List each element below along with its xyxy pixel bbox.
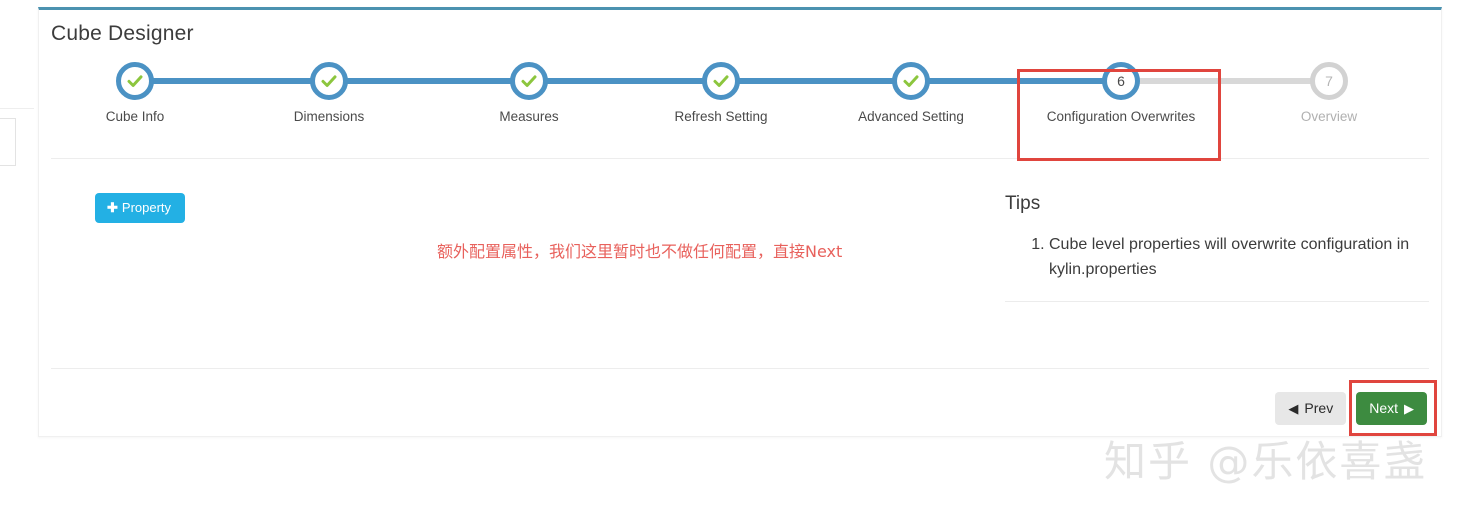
plus-icon: ✚	[107, 200, 118, 215]
check-icon	[521, 75, 537, 87]
step-connector-5-6	[911, 78, 1123, 84]
step-connector-2-3	[329, 78, 529, 84]
step-connector-1-2	[135, 78, 329, 84]
prev-button[interactable]: ◀ Prev	[1275, 392, 1347, 425]
tips-list: Cube level properties will overwrite con…	[1005, 233, 1429, 283]
wizard-stepper: Cube Info Dimensions Measures Refresh Se…	[39, 62, 1441, 161]
page-left-chrome	[0, 0, 38, 511]
tips-item: Cube level properties will overwrite con…	[1049, 233, 1429, 283]
step-advanced-setting[interactable]: Advanced Setting	[821, 62, 1001, 124]
cube-designer-panel: Cube Designer Cube Info Dimensions Measu…	[38, 7, 1442, 437]
step-label: Dimensions	[293, 109, 365, 124]
arrow-left-icon: ◀	[1288, 400, 1299, 416]
step-label: Overview	[1300, 109, 1358, 124]
next-button[interactable]: Next ▶	[1356, 392, 1427, 425]
step-dimensions[interactable]: Dimensions	[239, 62, 419, 124]
step-circle	[310, 62, 348, 100]
step-refresh-setting[interactable]: Refresh Setting	[631, 62, 811, 124]
step-circle: 6	[1102, 62, 1140, 100]
footer-divider	[51, 368, 1429, 369]
step-label: Configuration Overwrites	[1046, 109, 1196, 124]
check-icon	[321, 75, 337, 87]
step-number: 6	[1117, 73, 1125, 89]
prev-button-label: Prev	[1304, 400, 1334, 416]
step-connector-4-5	[721, 78, 913, 84]
chrome-box-fragment	[0, 118, 16, 166]
arrow-right-icon: ▶	[1404, 400, 1414, 416]
next-button-label: Next	[1369, 400, 1398, 416]
wizard-footer: ◀ Prev Next ▶	[1275, 392, 1427, 425]
tips-title: Tips	[1005, 193, 1041, 214]
add-property-button[interactable]: ✚ Property	[95, 193, 186, 223]
step-number: 7	[1325, 73, 1333, 89]
step-label: Advanced Setting	[858, 109, 964, 124]
step-connector-3-4	[529, 78, 723, 84]
chrome-divider-fragment	[0, 108, 34, 109]
step-overview[interactable]: 7 Overview	[1239, 62, 1419, 124]
step-measures[interactable]: Measures	[439, 62, 619, 124]
tips-panel: Tips Cube level properties will overwrit…	[1005, 193, 1429, 302]
step-circle: 7	[1310, 62, 1348, 100]
check-icon	[903, 75, 919, 87]
annotation-note: 额外配置属性，我们这里暂时也不做任何配置，直接Next	[437, 242, 843, 261]
step-configuration-overwrites[interactable]: 6 Configuration Overwrites	[1031, 62, 1211, 124]
page-title: Cube Designer	[51, 22, 194, 45]
watermark: 知乎 @乐依喜盏	[1104, 437, 1428, 486]
step-label: Measures	[499, 109, 559, 124]
check-icon	[713, 75, 729, 87]
check-icon	[127, 75, 143, 87]
step-circle	[892, 62, 930, 100]
add-property-label: Property	[121, 200, 172, 215]
step-circle	[702, 62, 740, 100]
step-circle	[510, 62, 548, 100]
step-circle	[116, 62, 154, 100]
step-connector-6-7	[1139, 78, 1329, 84]
step-cube-info[interactable]: Cube Info	[45, 62, 225, 124]
stepper-divider	[51, 158, 1429, 159]
step-label: Refresh Setting	[674, 109, 768, 124]
step-label: Cube Info	[105, 109, 165, 124]
